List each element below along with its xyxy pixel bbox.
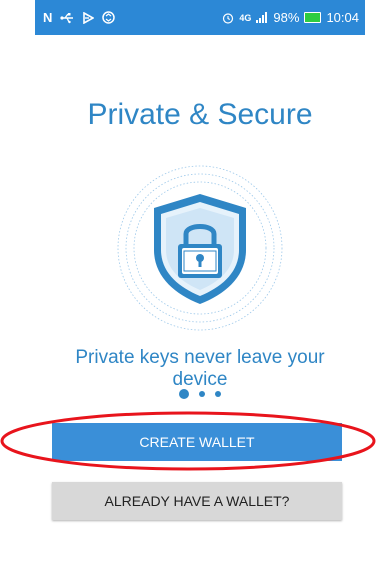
page-dot-2[interactable] <box>199 391 205 397</box>
battery-icon <box>304 12 322 23</box>
status-left-icons: N <box>35 10 222 25</box>
page-subtitle: Private keys never leave your device <box>75 347 325 387</box>
page-indicator[interactable] <box>35 389 365 399</box>
play-icon <box>82 11 95 24</box>
alarm-icon <box>222 12 234 24</box>
status-right-icons: 4G 98% 10:04 <box>222 10 365 25</box>
n-icon: N <box>43 10 53 25</box>
page-dot-1[interactable] <box>179 389 189 399</box>
usb-icon <box>60 12 74 24</box>
page-title: Private & Secure <box>87 98 313 131</box>
signal-icon <box>256 12 268 23</box>
create-wallet-button[interactable]: CREATE WALLET <box>52 423 342 461</box>
battery-percent: 98% <box>273 10 300 25</box>
phone-screen: N 4G 98% 10:04 Private & Secure Private … <box>35 0 365 584</box>
shield-lock-icon <box>100 150 300 350</box>
already-have-wallet-button[interactable]: ALREADY HAVE A WALLET? <box>52 482 342 520</box>
page-dot-3[interactable] <box>215 391 221 397</box>
status-bar: N 4G 98% 10:04 <box>35 0 365 35</box>
clock: 10:04 <box>326 10 359 25</box>
network-type: 4G <box>239 12 252 23</box>
sync-icon <box>102 11 116 24</box>
